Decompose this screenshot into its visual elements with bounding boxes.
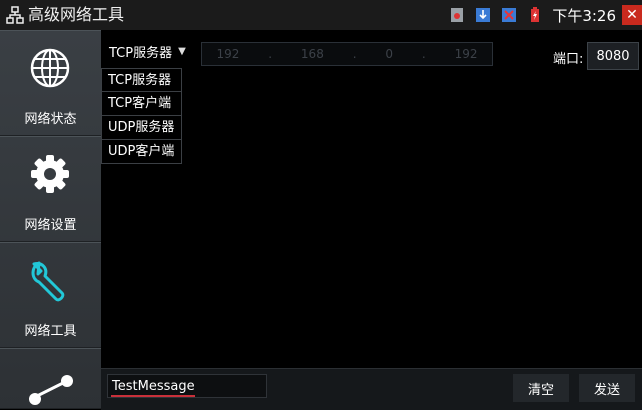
menu-item-tcp-server[interactable]: TCP服务器 — [101, 68, 182, 92]
download-icon — [476, 8, 491, 22]
mode-menu: TCP服务器 TCP客户端 UDP服务器 UDP客户端 — [101, 68, 182, 164]
menu-item-tcp-client[interactable]: TCP客户端 — [101, 92, 182, 116]
message-bar: TestMessage 清空 发送 — [101, 368, 642, 410]
sidebar: 网络状态 网络设置 网络工具 — [0, 30, 101, 409]
usb-disconnected-icon — [502, 8, 517, 22]
wrench-icon — [31, 261, 65, 302]
gear-icon — [31, 155, 69, 193]
message-console — [101, 72, 642, 368]
ip-octet: 192 — [216, 47, 240, 61]
mode-dropdown[interactable]: TCP服务器 ▼ — [109, 42, 186, 61]
network-topology-icon — [6, 6, 24, 24]
sidebar-item-label: 网络状态 — [24, 112, 77, 127]
ip-octet: 192 — [454, 47, 478, 61]
clock: 下午3:26 — [552, 6, 616, 25]
sidebar-item-network-settings[interactable]: 网络设置 — [0, 136, 101, 242]
connection-toolbar: TCP服务器 ▼ 192. 168. 0. 192 端口: 8080 — [101, 30, 642, 72]
mode-selected: TCP服务器 — [109, 46, 173, 61]
spellcheck-underline — [111, 395, 195, 397]
title-bar: 高级网络工具 下午3:26 ✕ — [0, 0, 642, 30]
clear-button[interactable]: 清空 — [513, 374, 569, 402]
sidebar-item-network-tools[interactable]: 网络工具 — [0, 242, 101, 348]
send-button[interactable]: 发送 — [579, 374, 635, 402]
status-area: 下午3:26 ✕ — [438, 0, 642, 30]
port-label: 端口: — [553, 52, 584, 67]
menu-item-udp-client[interactable]: UDP客户端 — [101, 140, 182, 164]
ip-octet: 168 — [300, 47, 324, 61]
menu-item-udp-server[interactable]: UDP服务器 — [101, 116, 182, 140]
sidebar-item-label: 网络工具 — [24, 324, 77, 339]
window-title: 高级网络工具 — [28, 5, 125, 24]
close-button[interactable]: ✕ — [622, 5, 642, 25]
caret-down-icon: ▼ — [178, 46, 186, 57]
sdcard-icon — [451, 8, 464, 22]
sidebar-item-share[interactable] — [0, 348, 101, 409]
ip-octet: 0 — [385, 47, 394, 61]
ip-address-input[interactable]: 192. 168. 0. 192 — [201, 42, 493, 66]
sidebar-item-label: 网络设置 — [24, 218, 77, 233]
port-input[interactable]: 8080 — [587, 42, 639, 70]
globe-icon — [30, 48, 70, 88]
sidebar-item-network-status[interactable]: 网络状态 — [0, 30, 101, 136]
share-icon — [29, 375, 73, 405]
battery-charging-icon — [531, 7, 540, 22]
